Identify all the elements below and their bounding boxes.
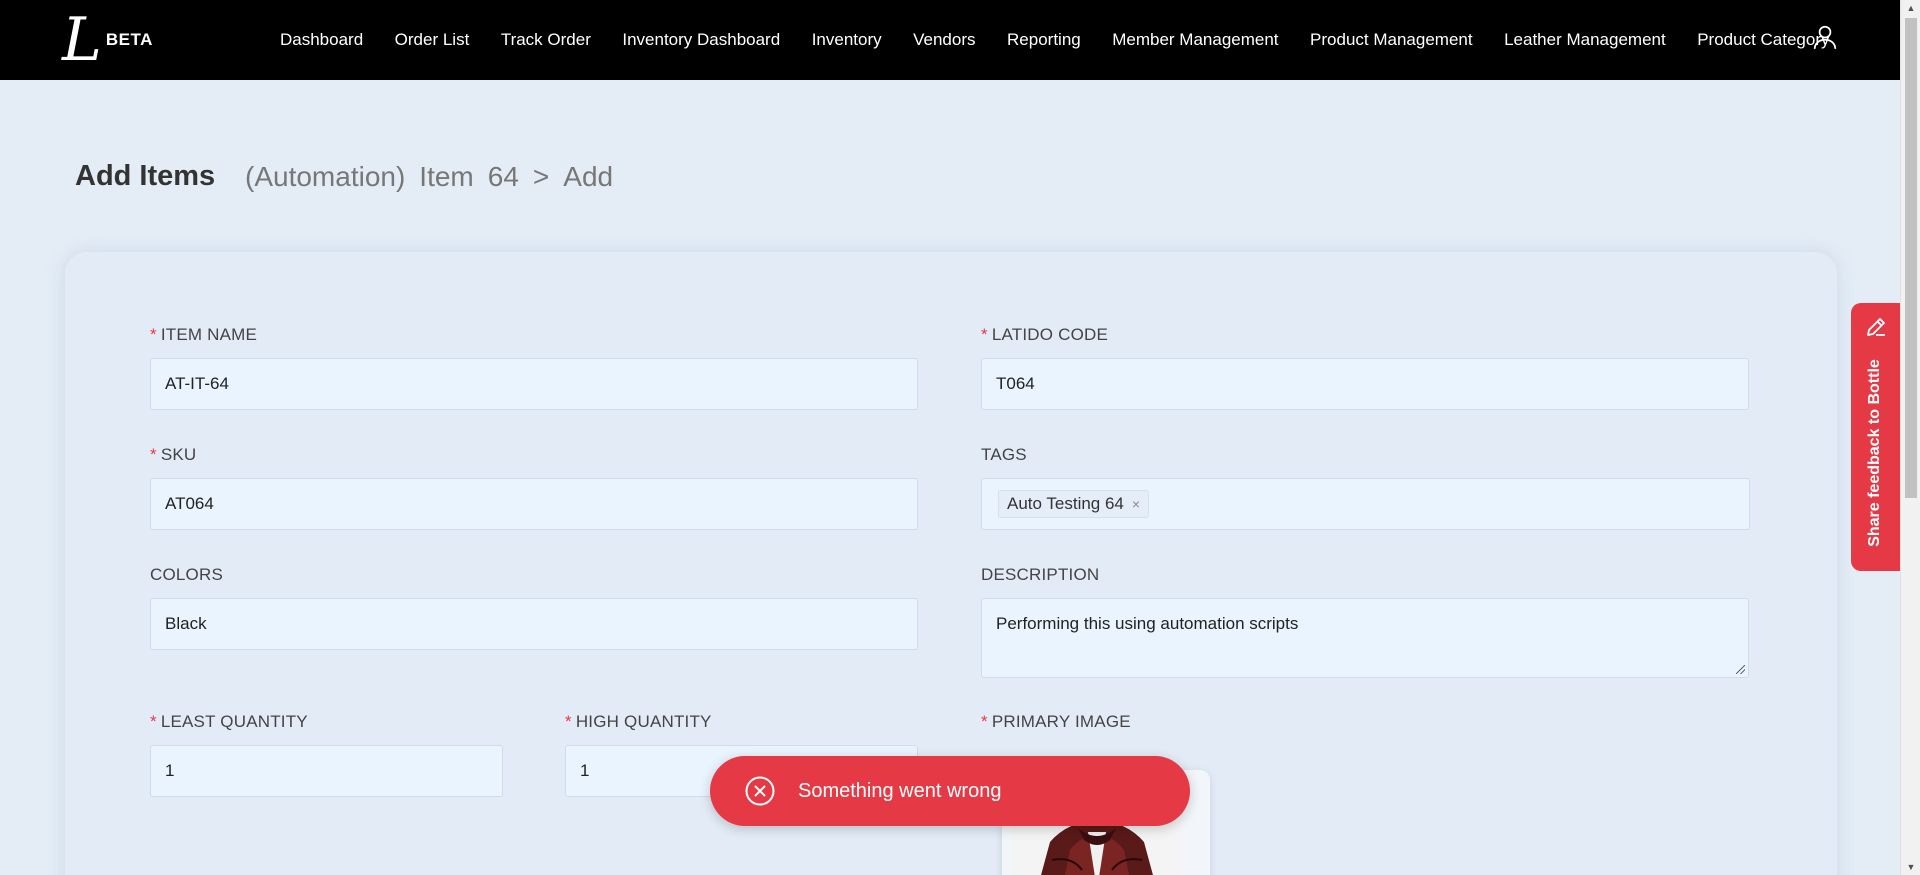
page-title: Add Items [75, 160, 216, 192]
breadcrumb-segment: 64 [487, 161, 519, 192]
least-quantity-label-text: LEAST QUANTITY [160, 712, 308, 731]
nav-item-dashboard[interactable]: Dashboard [280, 30, 363, 50]
least-quantity-value: 1 [165, 761, 175, 780]
colors-value: Black [165, 614, 207, 633]
error-toast: Something went wrong [710, 756, 1190, 826]
required-marker: * [150, 445, 157, 464]
sku-input[interactable]: AT064 [150, 478, 918, 530]
latido-code-input[interactable]: T064 [981, 358, 1749, 410]
user-icon[interactable] [1812, 24, 1838, 50]
item-name-input[interactable]: AT-IT-64 [150, 358, 918, 410]
feedback-label: Share feedback to Bottle [1866, 359, 1883, 547]
breadcrumb: (Automation) Item 64 > Add [245, 161, 613, 193]
latido-code-label: * LATIDO CODE [981, 325, 1108, 345]
description-value: Performing this using automation scripts [996, 614, 1299, 633]
close-circle-icon[interactable] [744, 775, 776, 807]
high-quantity-value: 1 [580, 761, 590, 780]
toast-message: Something went wrong [798, 779, 1002, 802]
tag-remove-icon[interactable]: × [1132, 496, 1140, 512]
app-logo[interactable]: L BETA [62, 5, 153, 75]
share-feedback-tab[interactable]: Share feedback to Bottle [1851, 303, 1900, 571]
description-textarea[interactable]: Performing this using automation scripts [981, 598, 1749, 678]
least-quantity-input[interactable]: 1 [150, 745, 503, 797]
scroll-up-arrow-icon[interactable]: ▲ [1901, 0, 1920, 16]
description-label: DESCRIPTION [981, 565, 1099, 585]
nav-item-product-management[interactable]: Product Management [1310, 30, 1473, 50]
nav-item-order-list[interactable]: Order List [395, 30, 470, 50]
scroll-down-arrow-icon[interactable]: ▼ [1901, 859, 1920, 875]
item-name-label: * ITEM NAME [150, 325, 257, 345]
sku-label-text: SKU [160, 445, 197, 464]
nav-item-reporting[interactable]: Reporting [1007, 30, 1081, 50]
scroll-thumb[interactable] [1905, 18, 1917, 498]
description-label-text: DESCRIPTION [981, 565, 1100, 584]
vertical-scrollbar[interactable]: ▲ ▼ [1900, 0, 1920, 875]
sku-value: AT064 [165, 494, 214, 513]
breadcrumb-segment: (Automation) [245, 161, 406, 192]
nav-item-leather-management[interactable]: Leather Management [1504, 30, 1666, 50]
tag-chip-label: Auto Testing 64 [1007, 494, 1124, 513]
high-quantity-label-text: HIGH QUANTITY [575, 712, 712, 731]
top-navbar: L BETA Dashboard Order List Track Order … [0, 0, 1900, 80]
breadcrumb-segment: Item [419, 161, 474, 192]
item-name-value: AT-IT-64 [165, 374, 229, 393]
sku-label: * SKU [150, 445, 196, 465]
tags-label-text: TAGS [981, 445, 1027, 464]
required-marker: * [565, 712, 572, 731]
nav-item-inventory[interactable]: Inventory [812, 30, 882, 50]
nav-item-track-order[interactable]: Track Order [501, 30, 591, 50]
required-marker: * [150, 712, 157, 731]
required-marker: * [981, 712, 988, 731]
latido-code-label-text: LATIDO CODE [991, 325, 1109, 344]
resize-handle-icon[interactable] [1736, 665, 1745, 674]
colors-label: COLORS [150, 565, 223, 585]
tag-chip: Auto Testing 64 × [998, 490, 1150, 518]
required-marker: * [150, 325, 157, 344]
primary-image-label: * PRIMARY IMAGE [981, 712, 1131, 732]
colors-input[interactable]: Black [150, 598, 918, 650]
primary-image-label-text: PRIMARY IMAGE [991, 712, 1131, 731]
logo-mark: L [62, 5, 102, 75]
pencil-icon [1867, 318, 1885, 336]
breadcrumb-separator: > [532, 161, 550, 192]
beta-badge: BETA [105, 30, 153, 49]
tags-input[interactable]: Auto Testing 64 × [981, 478, 1750, 530]
breadcrumb-segment: Add [563, 161, 614, 192]
tags-label: TAGS [981, 445, 1027, 465]
least-quantity-label: * LEAST QUANTITY [150, 712, 308, 732]
nav-item-member-management[interactable]: Member Management [1112, 30, 1278, 50]
high-quantity-label: * HIGH QUANTITY [565, 712, 712, 732]
nav-item-product-category[interactable]: Product Category [1697, 30, 1829, 50]
latido-code-value: T064 [996, 374, 1035, 393]
colors-label-text: COLORS [150, 565, 223, 584]
nav-item-vendors[interactable]: Vendors [913, 30, 975, 50]
item-name-label-text: ITEM NAME [160, 325, 258, 344]
nav-item-inventory-dashboard[interactable]: Inventory Dashboard [622, 30, 780, 50]
required-marker: * [981, 325, 988, 344]
main-nav: Dashboard Order List Track Order Invento… [280, 0, 1861, 80]
